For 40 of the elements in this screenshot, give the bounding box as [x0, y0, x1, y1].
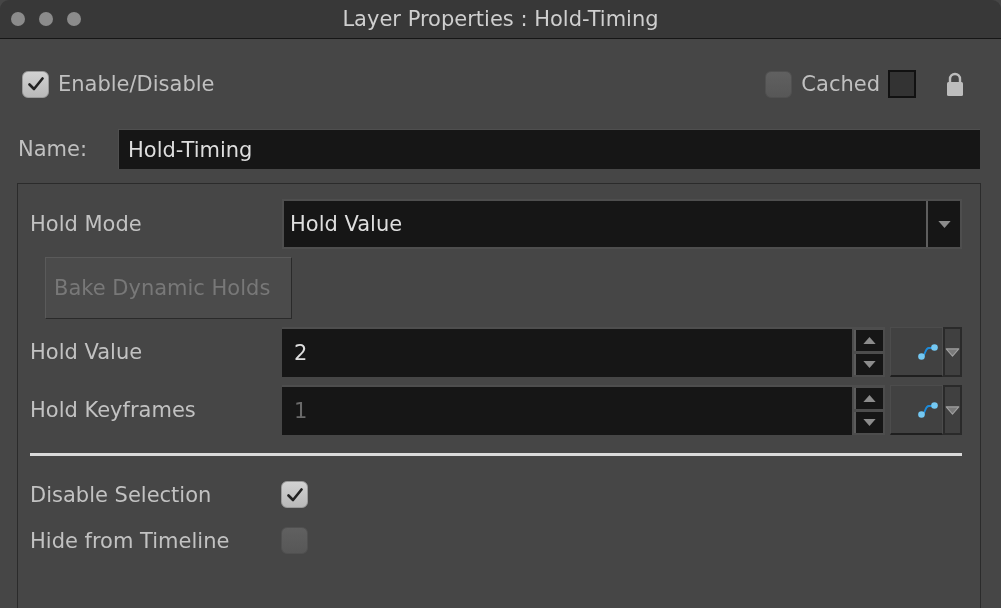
number-field[interactable]: 2: [282, 327, 852, 377]
checkbox[interactable]: [765, 70, 793, 98]
curve-button[interactable]: [890, 327, 943, 377]
field-label: Hold Keyframes: [30, 398, 197, 422]
down-arrow-icon: [863, 361, 876, 368]
checkmark-icon: [27, 77, 44, 91]
checkmark-icon: [286, 487, 303, 502]
option-label: Disable Selection: [30, 482, 213, 507]
minimize-button[interactable]: [39, 12, 53, 26]
window-title: Layer Properties : Hold-Timing: [342, 7, 659, 31]
checkbox-label: Enable/Disable: [58, 72, 215, 96]
hold-mode-label: Hold Mode: [30, 212, 143, 236]
caret-icon: [945, 405, 960, 415]
close-button[interactable]: [11, 12, 25, 26]
down-arrow-icon: [863, 419, 876, 426]
spin-up-button[interactable]: [854, 330, 883, 351]
option-label: Hide from Timeline: [30, 528, 231, 553]
curve-icon: [918, 401, 938, 418]
name-label: Name:: [18, 137, 89, 161]
checkbox[interactable]: [22, 70, 49, 98]
checkbox[interactable]: [281, 481, 308, 508]
dropdown[interactable]: Hold Value: [282, 199, 962, 249]
menu-arrow-button[interactable]: [943, 385, 962, 435]
caret-icon: [945, 347, 960, 357]
up-arrow-icon: [863, 337, 876, 344]
spin-down-button[interactable]: [854, 354, 883, 375]
curve-button[interactable]: [890, 385, 943, 435]
zoom-button[interactable]: [67, 12, 81, 26]
spin-down-button[interactable]: [854, 412, 883, 433]
color-swatch-icon[interactable]: [888, 70, 916, 98]
field-label: Hold Value: [30, 340, 144, 364]
up-arrow-icon: [863, 395, 876, 402]
caret-icon: [937, 220, 951, 228]
curve-icon: [918, 343, 938, 360]
spin-up-button[interactable]: [854, 388, 883, 409]
checkbox-label: Cached: [801, 72, 880, 96]
lock-icon[interactable]: [946, 72, 964, 96]
menu-arrow-button[interactable]: [943, 327, 962, 377]
checkbox[interactable]: [281, 527, 308, 554]
name-field[interactable]: Hold-Timing: [118, 129, 980, 169]
